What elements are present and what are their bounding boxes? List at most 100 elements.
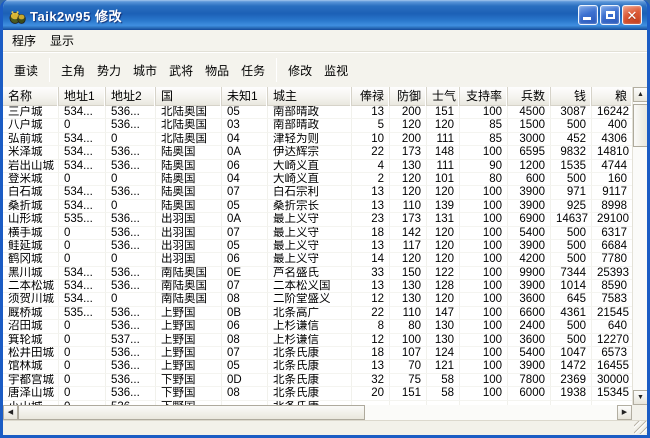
cell: 100 [460,373,508,388]
resize-grip[interactable] [634,421,647,434]
table-row[interactable]: 厩桥城 535... 536... 上野国 0B 北条高广 22 110 147 100 6600 4… [3,306,632,321]
table-row[interactable]: 黑川城 534... 536... 南陆奥国 0E 芦名盛氏 33 150 122 100 9900… [3,266,632,281]
table-row[interactable]: 沼田城 0 536... 上野国 06 上杉谦信 8 80 130 100 2400 500 640 [3,320,632,334]
column-header-9[interactable]: 支持率 [460,87,508,106]
cell: 200 [390,106,427,120]
toolbar-button-监视[interactable]: 监视 [319,58,353,83]
scroll-right-icon[interactable]: ▶ [617,405,632,420]
table-row[interactable]: 二本松城 534... 536... 南陆奥国 07 二本松义国 13 130 128 100 39… [3,280,632,294]
cell: 出羽国 [156,239,222,254]
cell: 南陆奥国 [156,266,222,281]
cell: 陆奥国 [156,172,222,187]
column-header-8[interactable]: 士气 [427,87,460,106]
toolbar-separator [49,58,51,82]
column-header-1[interactable]: 地址1 [59,87,106,106]
cell: 120 [427,186,460,200]
toolbar-button-物品[interactable]: 物品 [200,58,234,83]
cell: 白石城 [3,186,59,200]
toolbar-button-修改[interactable]: 修改 [283,58,317,83]
column-header-11[interactable]: 钱 [551,87,592,106]
cell: 出羽国 [156,226,222,240]
city-table: 名称 地址1 地址2 国未知1 城主 俸禄 防御 士气 支持率 兵数钱粮 三户城 534... 536… [3,87,647,405]
vertical-scroll-thumb[interactable] [633,104,647,147]
menu-item-1[interactable]: 显示 [43,29,81,52]
table-row[interactable]: 八户城 0 536... 北陆奥国 03 南部晴政 5 120 120 85 1500 500 400 [3,119,632,133]
table-row[interactable]: 须贺川城 534... 0 南陆奥国 08 二阶堂盛义 12 130 120 100 3600 645… [3,293,632,307]
cell: 536... [106,306,156,321]
cell: 80 [390,320,427,334]
toolbar-button-重读[interactable]: 重读 [9,58,43,83]
table-row[interactable]: 岩出山城 534... 536... 陆奥国 06 大崎义直 4 130 111 90 1200 15… [3,159,632,173]
cell: 600 [508,172,551,187]
cell: 100 [460,253,508,267]
app-window: Taik2w95 修改 ✕ 程序 显示 重读 主角 势力 城市 武将 物品 任务 修改 监视 名称… [0,0,650,438]
column-header-4[interactable]: 未知1 [222,87,268,106]
cell: 3900 [508,280,551,294]
cell: 100 [460,387,508,401]
minimize-button[interactable] [578,5,598,25]
column-header-5[interactable]: 城主 [268,87,352,106]
cell: 1535 [551,159,592,173]
column-header-2[interactable]: 地址2 [106,87,156,106]
cell: 陆奥国 [156,199,222,214]
table-row[interactable]: 鹤冈城 0 0 出羽国 06 最上义守 14 120 120 100 4200 500 7780 [3,253,632,267]
cell: 北条氏康 [268,360,352,374]
cell: 535... [59,213,106,227]
table-row[interactable]: 米泽城 534... 536... 陆奥国 0A 伊达辉宗 22 173 148 100 6595 9… [3,146,632,160]
cell: 85 [460,119,508,133]
column-header-12[interactable]: 粮 [592,87,632,106]
table-header: 名称 地址1 地址2 国未知1 城主 俸禄 防御 士气 支持率 兵数钱粮 [3,87,632,106]
horizontal-scroll-thumb[interactable] [18,405,365,420]
table-row[interactable]: 宇都宫城 0 536... 下野国 0D 北条氏康 32 75 58 100 7800 2369 300… [3,373,632,388]
column-header-7[interactable]: 防御 [390,87,427,106]
cell: 04 [222,132,268,147]
cell: 534... [59,199,106,214]
column-header-10[interactable]: 兵数 [508,87,551,106]
cell: 534... [59,186,106,200]
toolbar-button-武将[interactable]: 武将 [164,58,198,83]
table-row[interactable]: 山形城 535... 536... 出羽国 0A 最上义守 23 173 131 100 6900 1… [3,213,632,227]
cell: 沼田城 [3,320,59,334]
column-header-0[interactable]: 名称 [3,87,59,106]
table-row[interactable]: 横手城 0 536... 出羽国 07 最上义守 18 142 120 100 5400 500 631… [3,226,632,240]
cell: 640 [592,320,632,334]
table-row[interactable]: 箕轮城 0 537... 上野国 08 上杉谦信 12 100 130 100 3600 500 122… [3,333,632,348]
table-row[interactable]: 弘前城 534... 0 北陆奥国 04 津轻为则 10 200 111 85 3000 452 430… [3,132,632,147]
maximize-button[interactable] [600,5,620,25]
cell: 须贺川城 [3,293,59,307]
toolbar-button-城市[interactable]: 城市 [128,58,162,83]
cell: 100 [460,106,508,120]
toolbar-button-势力[interactable]: 势力 [92,58,126,83]
cell: 534... [59,266,106,281]
cell: 9117 [592,186,632,200]
cell: 黑川城 [3,266,59,281]
vertical-scrollbar[interactable]: ▲ ▼ [632,87,647,405]
cell: 0A [222,213,268,227]
table-row[interactable]: 唐泽山城 0 536... 下野国 08 北条氏康 20 151 58 100 6000 1938 15… [3,387,632,401]
column-header-3[interactable]: 国 [156,87,222,106]
table-row[interactable]: 白石城 534... 536... 陆奥国 07 白石宗利 13 120 120 100 3900 9… [3,186,632,200]
table-row[interactable]: 馆林城 0 536... 上野国 05 北条氏康 13 70 121 100 3900 1472 164… [3,360,632,374]
cell: 07 [222,347,268,361]
table-row[interactable]: 桑折城 534... 0 陆奥国 05 桑折宗长 13 110 139 100 3900 925 899… [3,199,632,214]
cell: 最上义守 [268,253,352,267]
toolbar-button-主角[interactable]: 主角 [56,58,90,83]
close-button[interactable]: ✕ [622,5,642,25]
table-row[interactable]: 三户城 534... 536... 北陆奥国 05 南部晴政 13 200 151 100 4500… [3,106,632,120]
cell: 100 [460,347,508,361]
titlebar[interactable]: Taik2w95 修改 ✕ [3,0,647,30]
scroll-up-icon[interactable]: ▲ [633,87,647,102]
table-row[interactable]: 登米城 0 0 陆奥国 04 大崎义直 2 120 101 80 600 500 160 [3,172,632,187]
cell: 4500 [508,106,551,120]
scroll-down-icon[interactable]: ▼ [633,390,647,405]
toolbar-button-任务[interactable]: 任务 [236,58,270,83]
cell: 101 [427,172,460,187]
table-row[interactable]: 松井田城 0 536... 上野国 07 北条氏康 18 107 124 100 5400 1047 6… [3,347,632,361]
table-row[interactable]: 鲑延城 0 536... 出羽国 05 最上义守 13 117 120 100 3900 500 668… [3,239,632,254]
cell: 0 [106,172,156,187]
column-header-6[interactable]: 俸禄 [352,87,390,106]
scroll-left-icon[interactable]: ◀ [3,405,18,420]
cell: 100 [460,280,508,294]
horizontal-scrollbar[interactable]: ◀ ▶ [3,405,632,420]
menu-item-0[interactable]: 程序 [5,29,43,52]
